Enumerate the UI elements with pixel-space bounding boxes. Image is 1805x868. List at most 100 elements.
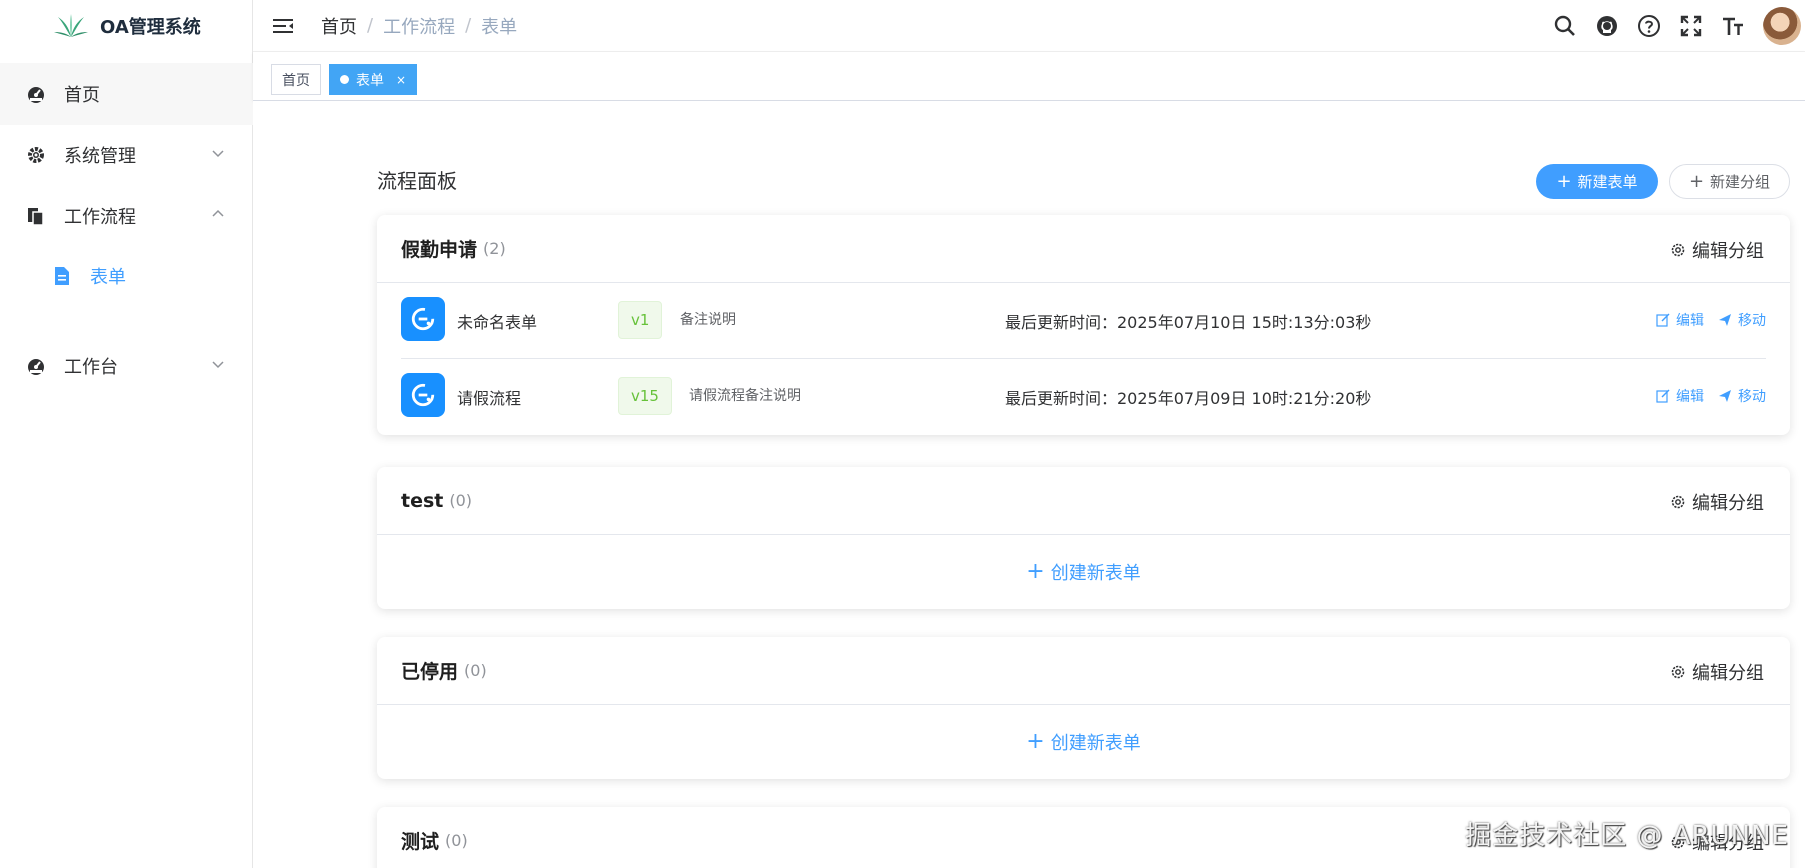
watermark: 掘金技术社区 @ ARUNNE — [1465, 821, 1789, 851]
group-header: test (0) 编辑分组 — [377, 467, 1790, 535]
font-size-icon[interactable] — [1721, 14, 1745, 38]
sidebar-item-label: 工作流程 — [64, 207, 136, 228]
help-icon[interactable] — [1637, 14, 1661, 38]
edit-group-label: 编辑分组 — [1692, 241, 1764, 262]
group-card: 假勤申请 (2) 编辑分组 未命名表单 v1 备注说明 最后更新时间：2025年… — [377, 215, 1790, 435]
gear-icon — [1671, 665, 1685, 679]
group-count: (0) — [449, 491, 473, 510]
version-badge: v15 — [618, 377, 672, 415]
main-content: 流程面板 + 新建表单 + 新建分组 假勤申请 (2) 编辑分组 未命名表单 v… — [253, 101, 1805, 868]
dashboard-icon — [26, 356, 46, 376]
breadcrumb-separator: / — [367, 15, 374, 36]
gear-icon — [1671, 495, 1685, 509]
breadcrumb-workflow: 工作流程 — [383, 16, 456, 38]
form-row[interactable]: 请假流程 v15 请假流程备注说明 最后更新时间：2025年07月09日 10时… — [401, 359, 1766, 435]
file-icon — [52, 266, 72, 286]
logo: OA管理系统 — [0, 0, 252, 52]
form-row[interactable]: 未命名表单 v1 备注说明 最后更新时间：2025年07月10日 15时:13分… — [401, 283, 1766, 359]
edit-group-button[interactable]: 编辑分组 — [1670, 659, 1764, 685]
sidebar-item-form[interactable]: 表单 — [0, 248, 253, 304]
fullscreen-icon[interactable] — [1679, 14, 1703, 38]
plus-icon: + — [1556, 170, 1572, 192]
edit-label: 编辑 — [1676, 389, 1704, 405]
new-group-button[interactable]: + 新建分组 — [1669, 164, 1790, 199]
tag-form[interactable]: 表单 × — [329, 64, 418, 95]
new-form-button[interactable]: + 新建表单 — [1536, 164, 1658, 199]
logo-icon — [54, 14, 88, 37]
group-card: test (0) 编辑分组 + 创建新表单 — [377, 467, 1790, 609]
edit-form-button[interactable]: 编辑 — [1656, 386, 1704, 406]
sidebar-item-workbench[interactable]: 工作台 — [0, 335, 253, 397]
edit-group-button[interactable]: 编辑分组 — [1670, 489, 1764, 515]
tag-home[interactable]: 首页 — [271, 64, 321, 95]
group-name: 假勤申请 — [401, 239, 478, 261]
edit-icon — [1656, 389, 1670, 403]
github-icon[interactable] — [1595, 14, 1619, 38]
breadcrumb-home[interactable]: 首页 — [321, 13, 357, 39]
form-actions: 编辑 移动 — [1656, 310, 1766, 330]
plus-icon: + — [1026, 559, 1045, 584]
search-icon[interactable] — [1553, 14, 1577, 38]
group-header: 假勤申请 (2) 编辑分组 — [377, 215, 1790, 283]
create-new-form-label: 创建新表单 — [1050, 563, 1141, 584]
edit-form-button[interactable]: 编辑 — [1656, 310, 1704, 330]
menu-toggle-icon[interactable] — [271, 14, 295, 38]
edit-label: 编辑 — [1676, 313, 1704, 329]
chevron-up-icon — [212, 209, 224, 217]
group-header: 已停用 (0) 编辑分组 — [377, 637, 1790, 705]
move-label: 移动 — [1738, 389, 1766, 405]
sidebar-item-label: 表单 — [90, 267, 126, 288]
form-app-icon — [401, 373, 445, 417]
edit-group-button[interactable]: 编辑分组 — [1670, 237, 1764, 263]
group-card: 已停用 (0) 编辑分组 + 创建新表单 — [377, 637, 1790, 779]
move-form-button[interactable]: 移动 — [1718, 386, 1766, 406]
group-count: (2) — [483, 239, 506, 258]
form-actions: 编辑 移动 — [1656, 386, 1766, 406]
tag-label: 表单 — [356, 72, 384, 89]
app-title: OA管理系统 — [100, 17, 201, 38]
page-title: 流程面板 — [377, 169, 457, 193]
move-form-button[interactable]: 移动 — [1718, 310, 1766, 330]
form-updated-time: 最后更新时间：2025年07月10日 15时:13分:03秒 — [1005, 313, 1372, 332]
chevron-down-icon — [212, 361, 224, 369]
version-badge: v1 — [618, 301, 663, 339]
plus-icon: + — [1688, 170, 1705, 192]
group-name: test — [401, 489, 444, 512]
tag-label: 首页 — [282, 72, 310, 89]
group-count: (0) — [464, 661, 487, 680]
sidebar-item-label: 工作台 — [64, 357, 118, 378]
sidebar-item-home[interactable]: 首页 — [0, 63, 253, 125]
form-name: 未命名表单 — [457, 313, 538, 332]
group-count: (0) — [445, 831, 468, 850]
tags-view: 首页 表单 × — [253, 52, 1805, 101]
close-icon[interactable]: × — [396, 73, 406, 87]
new-form-label: 新建表单 — [1577, 173, 1638, 191]
form-app-icon — [401, 297, 445, 341]
gear-icon — [1671, 243, 1685, 257]
dashboard-icon — [26, 84, 46, 104]
navbar: 首页 / 工作流程 / 表单 — [253, 0, 1805, 52]
move-label: 移动 — [1738, 313, 1766, 329]
plus-icon: + — [1026, 729, 1045, 754]
breadcrumb-separator: / — [465, 15, 472, 36]
sidebar-item-system[interactable]: 系统管理 — [0, 124, 253, 186]
documents-icon — [26, 206, 46, 226]
group-name: 已停用 — [401, 661, 459, 683]
form-remark: 备注说明 — [680, 312, 736, 328]
sidebar-item-label: 系统管理 — [64, 146, 136, 167]
gear-icon — [26, 145, 46, 165]
create-new-form-button[interactable]: + 创建新表单 — [377, 705, 1790, 779]
form-updated-time: 最后更新时间：2025年07月09日 10时:21分:20秒 — [1005, 389, 1372, 408]
header-tools — [1553, 0, 1805, 52]
sidebar-item-label: 首页 — [64, 85, 100, 106]
edit-group-label: 编辑分组 — [1692, 663, 1764, 684]
active-dot-icon — [340, 75, 349, 84]
chevron-down-icon — [212, 150, 224, 158]
sidebar-item-workflow[interactable]: 工作流程 — [0, 185, 253, 247]
avatar[interactable] — [1763, 7, 1801, 45]
create-new-form-button[interactable]: + 创建新表单 — [377, 535, 1790, 609]
edit-icon — [1656, 313, 1670, 327]
group-name: 测试 — [401, 831, 440, 853]
new-group-label: 新建分组 — [1710, 173, 1771, 191]
form-remark: 请假流程备注说明 — [689, 388, 801, 404]
